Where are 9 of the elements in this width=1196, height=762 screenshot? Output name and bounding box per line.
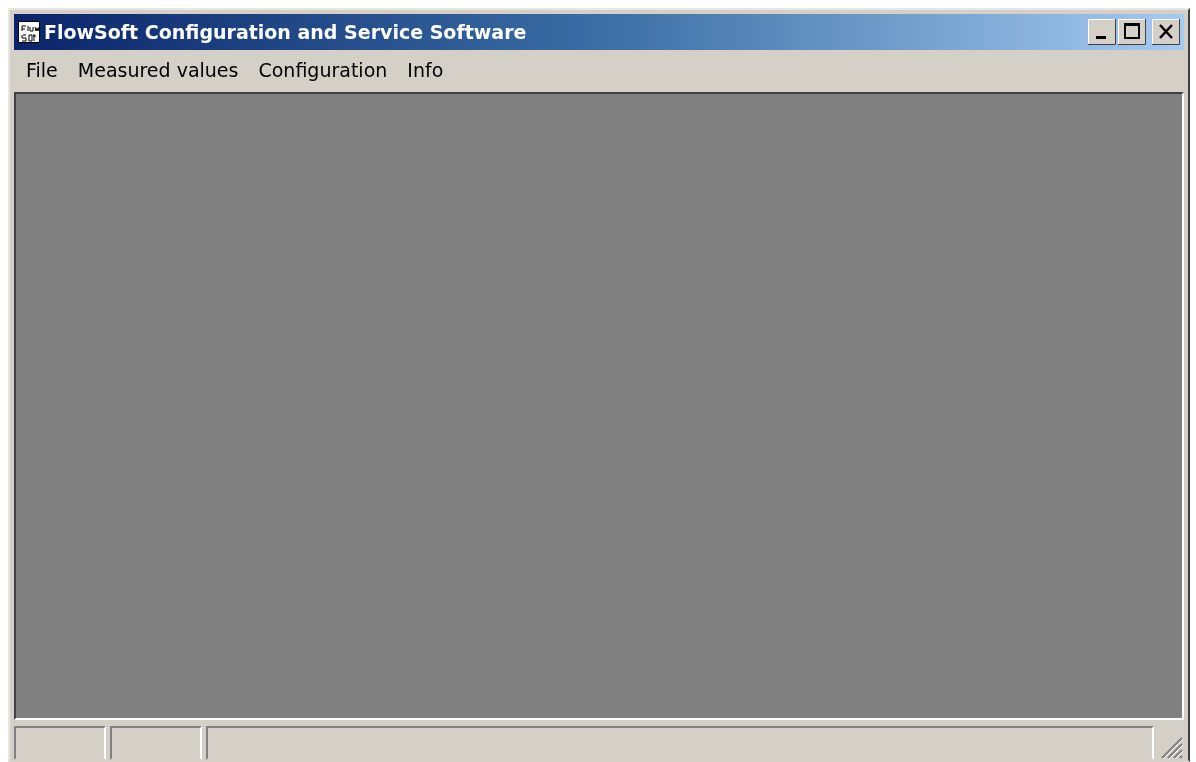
maximize-button[interactable] [1118,19,1146,45]
minimize-button[interactable] [1088,19,1116,45]
menu-item[interactable]: Configuration [248,57,398,83]
menu-item[interactable]: Info [397,57,454,83]
menu-item[interactable]: File [16,57,68,83]
close-button[interactable] [1152,19,1180,45]
window-title: FlowSoft Configuration and Service Software [44,21,528,43]
app-icon [18,21,40,43]
menu-item[interactable]: Measured values [67,57,249,83]
